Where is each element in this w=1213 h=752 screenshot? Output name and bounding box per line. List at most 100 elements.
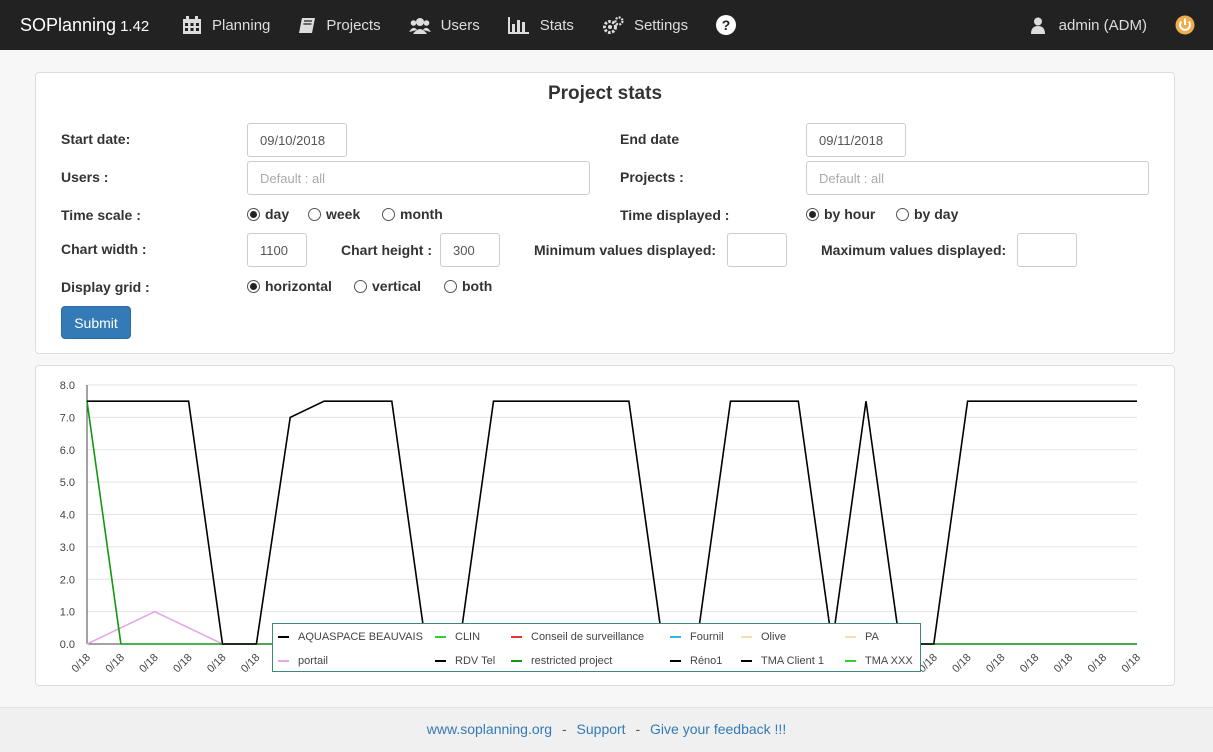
footer-link-feedback[interactable]: Give your feedback !!!	[650, 721, 786, 737]
start-date-label: Start date:	[61, 131, 131, 147]
footer-link-support[interactable]: Support	[577, 721, 626, 737]
y-tick-label: 4.0	[60, 510, 75, 522]
radio-label: week	[326, 206, 361, 222]
end-date-label: End date	[620, 131, 680, 147]
max-values-label: Maximum values displayed:	[821, 242, 1007, 258]
nav-stats[interactable]: Stats	[494, 0, 588, 50]
nav-projects[interactable]: Projects	[284, 0, 394, 50]
legend-label: RDV Tel	[455, 655, 496, 667]
radio-time-scale-day[interactable]: day	[247, 206, 289, 222]
max-values-input[interactable]	[1017, 233, 1077, 267]
radio-label: horizontal	[265, 278, 332, 294]
stats-form-panel: Project stats Start date: End date Users…	[35, 72, 1175, 354]
power-icon[interactable]	[1175, 15, 1195, 35]
radio-grid-vertical[interactable]: vertical	[354, 278, 421, 294]
radio-time-by-hour[interactable]: by hour	[806, 206, 875, 222]
x-tick-label: 0/18	[1018, 652, 1042, 676]
legend-swatch	[845, 660, 856, 662]
chart-height-input[interactable]	[440, 233, 500, 267]
legend-label: Fournil	[690, 631, 724, 643]
page-title: Project stats	[547, 83, 663, 104]
submit-button[interactable]: Submit	[61, 306, 131, 339]
min-values-input[interactable]	[727, 233, 787, 267]
footer: www.soplanning.org - Support - Give your…	[0, 707, 1213, 752]
radio-dot	[247, 207, 260, 221]
radio-time-scale-month[interactable]: month	[382, 206, 443, 222]
brand[interactable]: SOPlanning 1.42	[0, 15, 168, 36]
calendar-icon	[183, 15, 201, 34]
nav-planning[interactable]: Planning	[168, 0, 284, 50]
min-values-label: Minimum values displayed:	[534, 242, 717, 258]
nav-users-label: Users	[440, 16, 480, 34]
help-button[interactable]: ?	[702, 0, 760, 50]
x-tick-label: 0/18	[1119, 652, 1143, 676]
legend-label: Conseil de surveillance	[531, 631, 645, 643]
radio-label: vertical	[372, 278, 422, 294]
radio-time-scale-week[interactable]: week	[308, 206, 360, 222]
nav-settings[interactable]: Settings	[588, 0, 702, 50]
legend-swatch	[511, 660, 522, 662]
legend-swatch	[670, 660, 681, 662]
chart-height-label: Chart height :	[341, 242, 432, 258]
radio-dot	[354, 279, 367, 293]
y-tick-label: 7.0	[60, 412, 75, 424]
gears-icon	[602, 16, 624, 34]
display-grid-label: Display grid :	[61, 279, 150, 295]
legend-swatch	[435, 636, 446, 638]
svg-text:?: ?	[722, 17, 731, 33]
legend-swatch	[435, 660, 446, 662]
legend-item: Fournil	[670, 631, 724, 643]
brand-name: SOPlanning	[20, 14, 117, 35]
legend-label: TMA XXX	[865, 655, 913, 667]
nav-planning-label: Planning	[212, 16, 271, 34]
legend-item: RDV Tel	[435, 655, 495, 667]
legend-label: restricted project	[531, 655, 613, 667]
legend-swatch	[845, 636, 856, 638]
legend-swatch	[278, 636, 289, 638]
chart-panel: 0.0 1.0 2.0 3.0 4.0 5.0 6.0 7.0 8.0 0/18 0/18 0/18 0…	[35, 365, 1175, 686]
legend-label: PA	[865, 631, 879, 643]
radio-dot	[806, 207, 819, 221]
time-scale-label: Time scale :	[61, 207, 141, 223]
start-date-input[interactable]	[247, 123, 347, 157]
footer-link-website[interactable]: www.soplanning.org	[427, 721, 552, 737]
x-tick-label: 0/18	[1086, 652, 1110, 676]
legend-item: TMA Client 1	[741, 655, 824, 667]
projects-input[interactable]	[806, 161, 1149, 195]
legend-label: Olive	[761, 631, 787, 643]
radio-dot	[308, 207, 321, 221]
end-date-input[interactable]	[806, 123, 906, 157]
radio-dot	[444, 279, 457, 293]
projects-label: Projects :	[620, 169, 684, 185]
legend-item: AQUASPACE BEAUVAIS	[278, 631, 423, 643]
legend-label: TMA Client 1	[761, 655, 824, 667]
radio-label: both	[462, 278, 493, 294]
users-input[interactable]	[247, 161, 590, 195]
x-tick-label: 0/18	[239, 652, 263, 676]
y-tick-label: 1.0	[60, 607, 75, 619]
user-menu[interactable]: admin (ADM)	[1030, 17, 1175, 34]
legend-item: TMA XXX	[845, 655, 913, 667]
nav-projects-label: Projects	[326, 16, 381, 34]
legend-item: Réno1	[670, 655, 722, 667]
nav-right: admin (ADM)	[1030, 0, 1213, 50]
legend-swatch	[278, 660, 289, 662]
radio-grid-both[interactable]: both	[444, 278, 492, 294]
legend-label: portail	[298, 655, 328, 667]
legend-item: restricted project	[511, 655, 612, 667]
bar-chart-icon	[507, 16, 529, 34]
nav-users[interactable]: Users	[395, 0, 494, 50]
radio-label: by day	[914, 206, 959, 222]
radio-grid-horizontal[interactable]: horizontal	[247, 278, 332, 294]
nav-settings-label: Settings	[633, 16, 689, 34]
radio-label: day	[265, 206, 290, 222]
y-tick-label: 2.0	[60, 574, 75, 586]
x-tick-label: 0/18	[69, 652, 93, 676]
chart-width-input[interactable]	[247, 233, 307, 267]
x-tick-label: 0/18	[984, 652, 1008, 676]
radio-dot	[896, 207, 909, 221]
radio-label: month	[400, 206, 443, 222]
x-tick-label: 0/18	[1052, 652, 1076, 676]
radio-time-by-day[interactable]: by day	[896, 206, 958, 222]
x-tick-label: 0/18	[171, 652, 195, 676]
